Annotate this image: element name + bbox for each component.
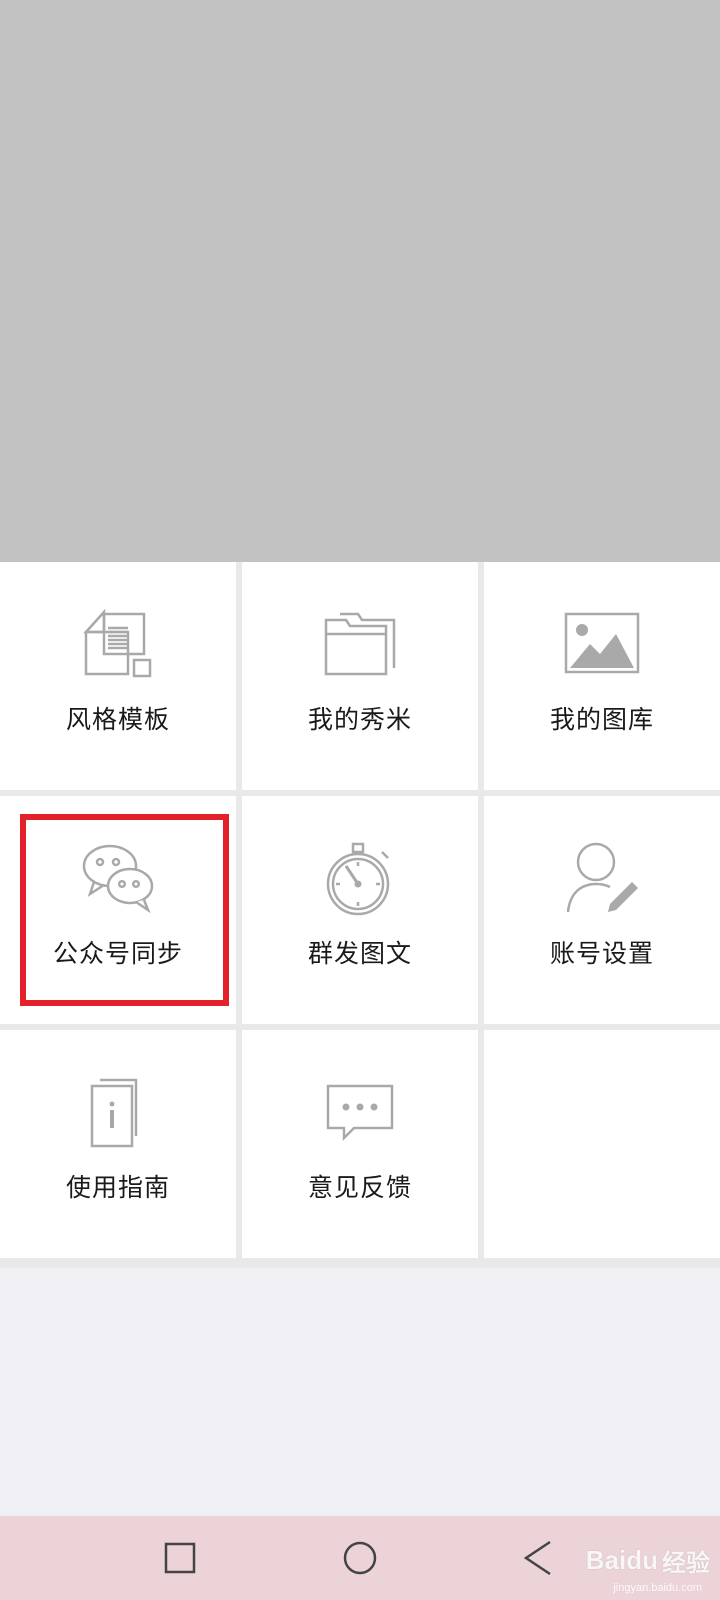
menu-item-user-guide[interactable]: 使用指南: [0, 1030, 236, 1258]
user-edit-icon: [562, 838, 642, 918]
recent-apps-button[interactable]: [156, 1534, 204, 1582]
watermark-url: jingyan.baidu.com: [613, 1582, 702, 1594]
recent-apps-icon: [164, 1542, 196, 1574]
menu-item-wechat-sync[interactable]: 公众号同步: [0, 796, 236, 1024]
menu-item-label: 我的图库: [549, 705, 654, 734]
watermark-text: 经验: [662, 1548, 710, 1577]
back-button[interactable]: [516, 1534, 564, 1582]
top-banner: [0, 0, 720, 562]
menu-item-mass-send[interactable]: 群发图文: [242, 796, 478, 1024]
guide-book-icon: [78, 1072, 158, 1152]
menu-item-my-gallery[interactable]: 我的图库: [484, 562, 720, 790]
menu-item-my-xiumi[interactable]: 我的秀米: [242, 562, 478, 790]
menu-item-label: 账号设置: [549, 939, 654, 968]
system-nav-bar: Baidu 经验 jingyan.baidu.com: [0, 1516, 720, 1600]
menu-grid: 风格模板 我的秀米 我的图库 公众号同步 群发图文 账号设置 使用指南 意见反馈: [0, 562, 720, 1268]
wechat-icon: [78, 838, 158, 918]
menu-item-style-template[interactable]: 风格模板: [0, 562, 236, 790]
menu-item-label: 风格模板: [65, 705, 170, 734]
feedback-icon: [320, 1072, 400, 1152]
menu-item-label: 使用指南: [65, 1173, 170, 1202]
menu-item-account-settings[interactable]: 账号设置: [484, 796, 720, 1024]
menu-item-label: 意见反馈: [307, 1173, 412, 1202]
menu-item-empty: [484, 1030, 720, 1258]
watermark-logo: Baidu: [585, 1544, 658, 1575]
menu-item-label: 公众号同步: [52, 939, 183, 968]
folder-icon: [320, 604, 400, 684]
home-button[interactable]: [336, 1534, 384, 1582]
template-icon: [78, 604, 158, 684]
baidu-jingyan-watermark: Baidu 经验: [586, 1538, 710, 1582]
image-gallery-icon: [562, 604, 642, 684]
stopwatch-icon: [320, 838, 400, 918]
home-icon: [343, 1541, 377, 1575]
menu-item-feedback[interactable]: 意见反馈: [242, 1030, 478, 1258]
back-icon: [523, 1540, 551, 1576]
menu-item-label: 群发图文: [307, 939, 412, 968]
menu-item-label: 我的秀米: [307, 705, 412, 734]
